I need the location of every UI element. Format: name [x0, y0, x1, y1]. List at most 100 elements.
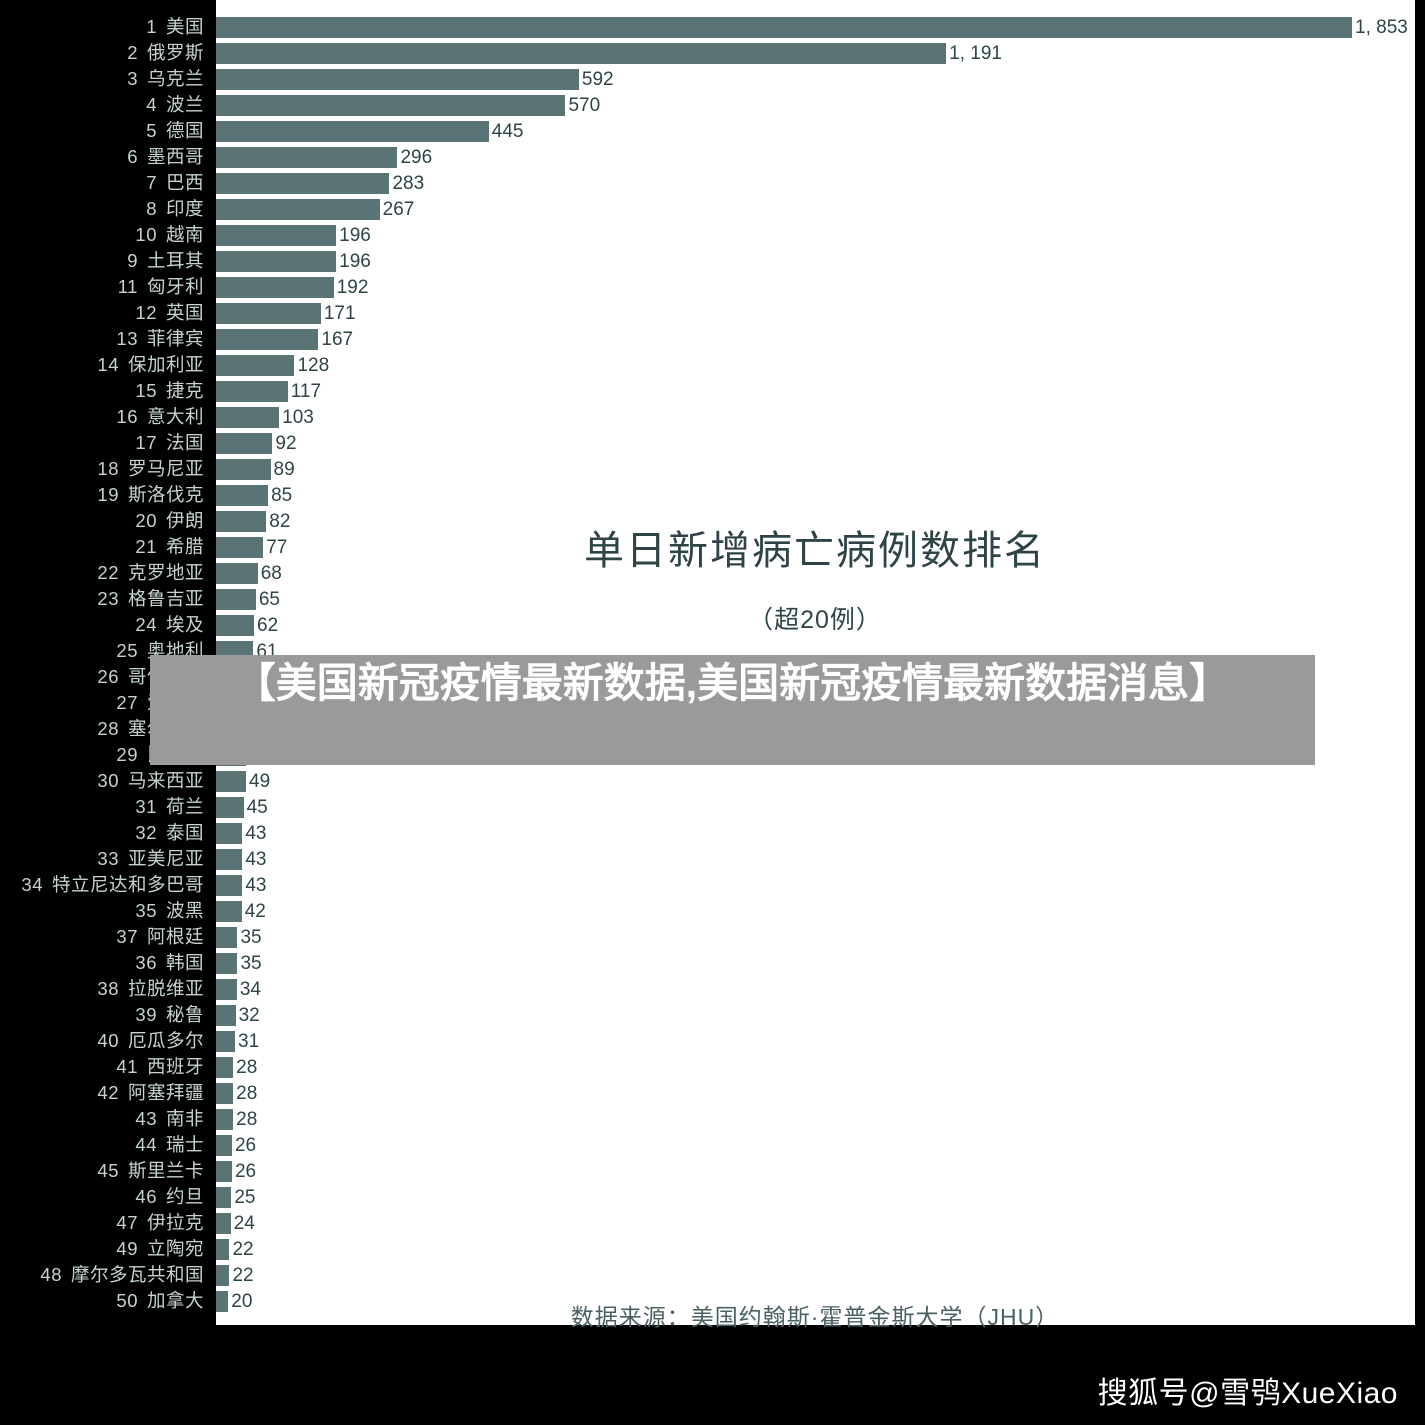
bar-value-label: 89	[273, 459, 295, 480]
bar-value-label: 592	[581, 69, 614, 90]
bar	[216, 537, 264, 558]
bar-row-label: 33 亚美尼亚	[97, 846, 204, 872]
bar-row-country: 约旦	[165, 1186, 204, 1207]
bar	[216, 511, 267, 532]
bar-row: 21 希腊 77	[0, 534, 1425, 560]
bar	[216, 17, 1352, 38]
bar-value-label: 32	[238, 1005, 260, 1026]
bar-row-country: 匈牙利	[146, 276, 204, 297]
bar-value-label: 24	[233, 1213, 255, 1234]
overlay-banner-text: 【美国新冠疫情最新数据,美国新冠疫情最新数据消息】	[234, 660, 1231, 706]
bar-row-label: 24 埃及	[135, 612, 204, 638]
bar-value-label: 267	[382, 199, 415, 220]
bar-row: 13 菲律宾 167	[0, 326, 1425, 352]
bar	[216, 615, 254, 636]
bar-value-label: 77	[266, 537, 288, 558]
bar-row: 41 西班牙 28	[0, 1054, 1425, 1080]
bar-row: 47 伊拉克 24	[0, 1210, 1425, 1236]
bar-row-rank: 33	[97, 848, 119, 869]
bar-row-rank: 3	[127, 68, 138, 89]
bar-row: 2 俄罗斯 1, 191	[0, 40, 1425, 66]
bar-row-country: 斯里兰卡	[127, 1160, 204, 1181]
bar-value-label: 570	[568, 95, 601, 116]
bar-row: 34 特立尼达和多巴哥 43	[0, 872, 1425, 898]
bar-row-label: 17 法国	[135, 430, 204, 456]
bar-row-label: 6 墨西哥	[127, 144, 204, 170]
bar-row: 17 法国 92	[0, 430, 1425, 456]
bar-container: 77	[216, 537, 287, 558]
bar-row-label: 10 越南	[135, 222, 204, 248]
bar-row-label: 11 匈牙利	[118, 274, 204, 300]
bar-value-label: 35	[240, 927, 262, 948]
bar-container: 1, 191	[216, 43, 1002, 64]
bar-row-country: 特立尼达和多巴哥	[51, 874, 204, 895]
bar-value-label: 49	[249, 771, 271, 792]
bar	[216, 1109, 234, 1130]
bar-value-label: 22	[232, 1239, 254, 1260]
bar-container: 45	[216, 797, 268, 818]
bar-row: 32 泰国 43	[0, 820, 1425, 846]
bar	[216, 459, 271, 480]
bar	[216, 433, 273, 454]
bar-row-country: 韩国	[165, 952, 204, 973]
bar-container: 49	[216, 771, 270, 792]
bar-row: 5 德国 445	[0, 118, 1425, 144]
bar-row-country: 英国	[165, 302, 204, 323]
bar-row: 49 立陶宛 22	[0, 1236, 1425, 1262]
bar-row-country: 美国	[165, 16, 204, 37]
bar-row: 24 埃及 62	[0, 612, 1425, 638]
bar	[216, 199, 380, 220]
bar-row-label: 15 捷克	[135, 378, 204, 404]
bar	[216, 225, 337, 246]
bar	[216, 95, 566, 116]
bar-row-rank: 47	[116, 1212, 138, 1233]
bar-container: 89	[216, 459, 295, 480]
bar-row-label: 39 秘鲁	[135, 1002, 204, 1028]
bar-row-rank: 2	[127, 42, 138, 63]
bar-row: 9 土耳其 196	[0, 248, 1425, 274]
bar-row-label: 21 希腊	[135, 534, 204, 560]
bar-row: 42 阿塞拜疆 28	[0, 1080, 1425, 1106]
bar-value-label: 192	[336, 277, 369, 298]
bar-row: 8 印度 267	[0, 196, 1425, 222]
bar-value-label: 43	[245, 849, 267, 870]
bar	[216, 953, 238, 974]
bar-row-country: 瑞士	[165, 1134, 204, 1155]
bar-row-country: 乌克兰	[146, 68, 204, 89]
bar-container: 35	[216, 927, 262, 948]
bar-row-label: 23 格鲁吉亚	[97, 586, 204, 612]
bar-row-country: 荷兰	[165, 796, 204, 817]
bar-row-country: 菲律宾	[146, 328, 204, 349]
bar-row: 46 约旦 25	[0, 1184, 1425, 1210]
bar-container: 43	[216, 875, 267, 896]
bar-value-label: 117	[290, 381, 322, 402]
bar-row-rank: 15	[135, 380, 157, 401]
bar-row: 40 厄瓜多尔 31	[0, 1028, 1425, 1054]
watermark-label: 搜狐号@雪鸮XueXiao	[1097, 1377, 1398, 1410]
bar-row-label: 50 加拿大	[116, 1288, 204, 1314]
bar-row: 10 越南 196	[0, 222, 1425, 248]
bar-row-label: 46 约旦	[135, 1184, 204, 1210]
bar-row: 23 格鲁吉亚 65	[0, 586, 1425, 612]
bar-value-label: 171	[323, 303, 356, 324]
bar-row: 1 美国 1, 853	[0, 14, 1425, 40]
bar-row-rank: 17	[135, 432, 157, 453]
bar-row-country: 马来西亚	[127, 770, 204, 791]
bar-row-rank: 9	[127, 250, 138, 271]
bar	[216, 1083, 234, 1104]
bar-row-rank: 13	[116, 328, 138, 349]
bar-container: 1, 853	[216, 17, 1408, 38]
bar-container: 117	[216, 381, 321, 402]
bar-row-rank: 50	[116, 1290, 138, 1311]
bar-row: 39 秘鲁 32	[0, 1002, 1425, 1028]
bar-row-rank: 23	[97, 588, 119, 609]
bar	[216, 875, 243, 896]
bar-row-country: 西班牙	[146, 1056, 204, 1077]
bar-row-label: 16 意大利	[116, 404, 204, 430]
bar-value-label: 34	[239, 979, 261, 1000]
bar	[216, 849, 243, 870]
bar-row: 12 英国 171	[0, 300, 1425, 326]
bar	[216, 823, 243, 844]
bar-row: 19 斯洛伐克 85	[0, 482, 1425, 508]
bar-row: 14 保加利亚 128	[0, 352, 1425, 378]
